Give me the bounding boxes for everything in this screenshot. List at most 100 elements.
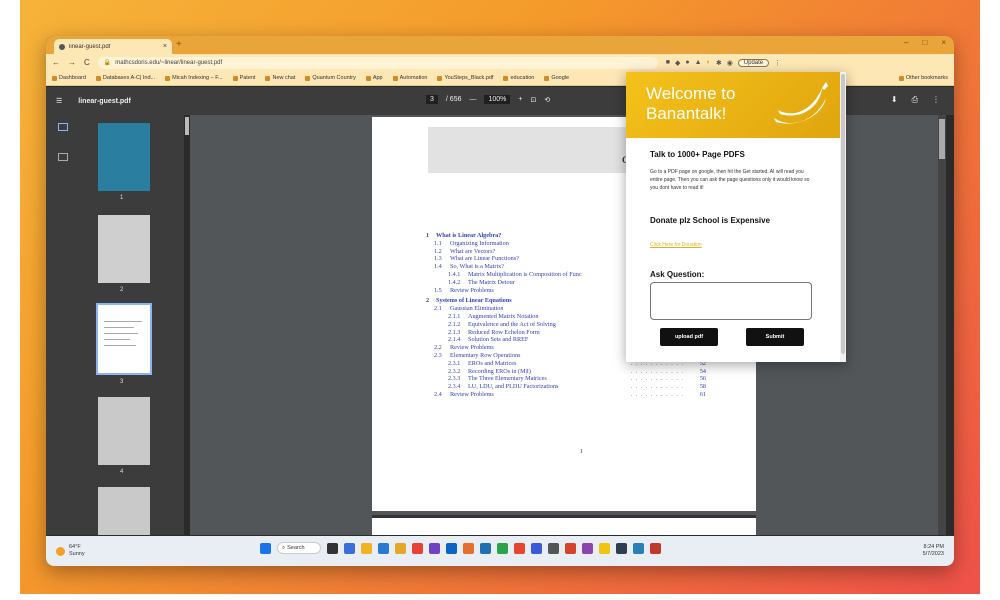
toc-entry[interactable]: 2.4 Review Problems . . . . . . . . . . . 6… — [426, 391, 706, 399]
globe-icon — [59, 43, 65, 50]
extension-icon[interactable]: ● — [685, 59, 689, 66]
toc-title: Reduced Row Echelon Form — [468, 328, 540, 336]
page-thumbnail-selected[interactable] — [96, 303, 152, 375]
task-view-icon[interactable] — [327, 542, 338, 554]
banana-icon — [774, 82, 828, 124]
close-window-button[interactable]: × — [941, 38, 946, 47]
bookmark-item[interactable]: Automation — [392, 75, 427, 81]
app-icon[interactable] — [633, 542, 644, 554]
viewer-scrollbar[interactable] — [938, 115, 946, 535]
browser-tab[interactable]: linear-guest.pdf × — [54, 39, 172, 54]
zoom-in-button[interactable]: + — [518, 96, 522, 103]
thumbnails-icon[interactable] — [58, 123, 68, 131]
zoom-input[interactable]: 100% — [484, 95, 511, 104]
windows-taskbar: 64°F Sunny ⌕ Search 8:24 PM 5/7/2023 — [46, 536, 954, 566]
page-number-input[interactable]: 3 — [426, 95, 438, 104]
toc-entry[interactable]: 2.3.4 LU, LDU, and PLDU Factorizations . .… — [426, 383, 706, 391]
taskbar-search[interactable]: ⌕ Search — [277, 542, 321, 554]
page-thumbnail[interactable] — [98, 487, 150, 535]
system-clock[interactable]: 8:24 PM 5/7/2023 — [923, 544, 944, 558]
window-controls: – □ × — [904, 38, 946, 47]
chrome-icon[interactable] — [650, 542, 661, 554]
toc-number: 1 — [426, 232, 430, 239]
app-icon[interactable] — [531, 542, 542, 554]
app-icon[interactable] — [429, 542, 440, 554]
close-tab-icon[interactable]: × — [163, 43, 167, 50]
page-thumbnail[interactable] — [98, 397, 150, 465]
bookmark-item[interactable]: Patent — [232, 75, 255, 81]
bookmark-item[interactable]: Quantum Country — [305, 75, 356, 81]
forward-button[interactable]: → — [68, 58, 76, 67]
print-icon[interactable]: ⎙ — [912, 95, 918, 105]
toc-title: Solution Sets and RREF — [468, 336, 529, 344]
update-button[interactable]: Update — [737, 58, 770, 67]
reload-button[interactable]: C — [84, 58, 90, 67]
page-thumbnail[interactable] — [98, 215, 150, 283]
toc-title: The Three Elementary Matrices — [468, 375, 547, 383]
popup-scrollbar[interactable] — [840, 72, 846, 362]
upload-pdf-button[interactable]: upload pdf — [660, 328, 718, 346]
app-icon[interactable] — [463, 542, 474, 554]
submit-button[interactable]: Submit — [746, 328, 804, 346]
toc-title: Review Problems — [450, 390, 494, 398]
toc-number: 2.3.1 — [448, 359, 461, 367]
profile-avatar[interactable]: ◉ — [727, 59, 733, 67]
bookmark-icon — [265, 75, 271, 81]
file-explorer-icon[interactable] — [361, 542, 372, 554]
app-icon[interactable] — [582, 542, 593, 554]
url-text: mathcsdoris.edu/~linear/linear-guest.pdf — [115, 59, 223, 66]
address-bar[interactable]: 🔒 mathcsdoris.edu/~linear/linear-guest.p… — [97, 56, 658, 69]
toc-entry[interactable]: 2.3.3 The Three Elementary Matrices . . . … — [426, 375, 706, 383]
page-thumbnail[interactable] — [98, 123, 150, 191]
app-icon[interactable] — [497, 542, 508, 554]
talk-heading: Talk to 1000+ Page PDFS — [650, 150, 745, 159]
outline-icon[interactable] — [58, 153, 68, 161]
new-tab-button[interactable]: + — [176, 39, 182, 50]
bookmark-item[interactable]: Google — [544, 75, 569, 81]
bookmark-item[interactable]: App — [365, 75, 383, 81]
minimize-button[interactable]: – — [904, 38, 908, 47]
folder-icon[interactable] — [395, 542, 406, 554]
bookmark-item[interactable]: Databases A-C| Ind... — [95, 75, 155, 81]
other-bookmarks[interactable]: Other bookmarks — [898, 75, 948, 81]
vscode-icon[interactable] — [378, 542, 389, 554]
menu-kebab-icon[interactable]: ⋮ — [774, 59, 781, 67]
question-input[interactable] — [650, 282, 812, 320]
toc-number: 1.1 — [434, 239, 442, 247]
app-icon[interactable] — [599, 542, 610, 554]
toc-title: What are Linear Functions? — [450, 255, 519, 263]
app-icon[interactable] — [616, 542, 627, 554]
chrome-icon[interactable] — [565, 542, 576, 554]
toc-title: Review Problems — [450, 286, 494, 294]
hamburger-menu-icon[interactable]: ☰ — [56, 97, 62, 105]
rotate-icon[interactable]: ⟲ — [544, 96, 550, 104]
toc-title: Matrix Multiplication is Composition of … — [468, 270, 582, 278]
app-icon[interactable] — [446, 542, 457, 554]
donation-link[interactable]: Click Here for Donation — [650, 242, 702, 248]
app-icon[interactable] — [514, 542, 525, 554]
banantalk-extension-icon[interactable]: ◐ — [707, 59, 711, 66]
bookmark-item[interactable]: New chat — [265, 75, 295, 81]
extension-icon[interactable]: ■ — [666, 59, 670, 66]
zoom-out-button[interactable]: — — [469, 96, 476, 103]
download-icon[interactable]: ⬇ — [891, 95, 898, 105]
chat-icon[interactable] — [344, 542, 355, 554]
extension-icon[interactable]: ◆ — [675, 59, 680, 67]
settings-icon[interactable] — [548, 542, 559, 554]
page-total: / 656 — [445, 96, 462, 103]
back-button[interactable]: ← — [52, 58, 60, 67]
toc-entry[interactable]: 2.3.2 Recording EROs in (M|I) . . . . . . … — [426, 368, 706, 376]
puzzle-icon[interactable]: ✱ — [716, 59, 722, 67]
bookmark-item[interactable]: education — [503, 75, 534, 81]
windows-start-icon[interactable] — [260, 542, 271, 554]
bookmark-item[interactable]: Dashboard — [52, 75, 86, 81]
fit-page-icon[interactable]: ⊡ — [530, 96, 536, 104]
word-icon[interactable] — [480, 542, 491, 554]
extension-icon[interactable]: ▲ — [695, 59, 702, 66]
bookmark-item[interactable]: Micah Indexing – F... — [165, 75, 223, 81]
chrome-icon[interactable] — [412, 542, 423, 554]
more-options-icon[interactable]: ⋮ — [932, 95, 940, 105]
maximize-button[interactable]: □ — [922, 38, 927, 47]
weather-widget[interactable]: 64°F Sunny — [56, 544, 85, 558]
bookmark-item[interactable]: YouSteps_Black.pdf — [437, 75, 493, 81]
